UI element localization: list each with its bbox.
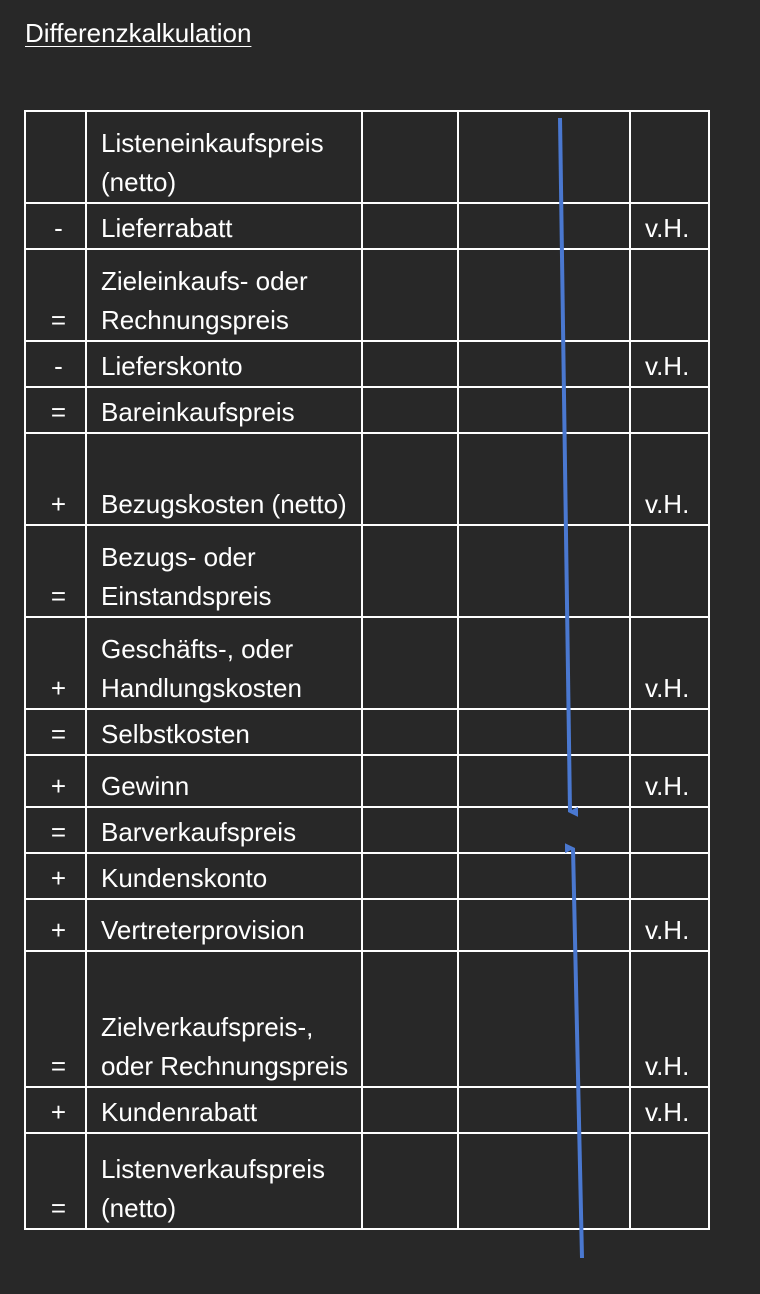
operator-cell: =: [24, 1132, 87, 1230]
item-label-cell: Zielverkaufspreis-, oder Rechnungspreis: [85, 950, 363, 1088]
value-cell: [361, 806, 459, 854]
unit-cell: v.H.: [629, 950, 710, 1088]
table-row: = Bareinkaufspreis: [24, 386, 710, 434]
unit-cell: v.H.: [629, 432, 710, 526]
value-cell: [457, 616, 631, 710]
value-cell: [361, 432, 459, 526]
page-title: Differenzkalkulation: [25, 18, 252, 48]
value-cell: [361, 340, 459, 388]
value-cell: [361, 386, 459, 434]
unit-cell: [629, 110, 710, 204]
operator-cell: -: [24, 202, 87, 250]
table-row: + Vertreterprovision v.H.: [24, 898, 710, 952]
operator-cell: +: [24, 432, 87, 526]
table-row: - Lieferskonto v.H.: [24, 340, 710, 388]
unit-cell: v.H.: [629, 754, 710, 808]
item-label-cell: Bezugs- oder Einstandspreis: [85, 524, 363, 618]
item-label-cell: Barverkaufspreis: [85, 806, 363, 854]
table-row: = Bezugs- oder Einstandspreis: [24, 524, 710, 618]
unit-cell: v.H.: [629, 340, 710, 388]
table-row: - Lieferrabatt v.H.: [24, 202, 710, 250]
value-cell: [457, 340, 631, 388]
value-cell: [361, 616, 459, 710]
operator-cell: -: [24, 340, 87, 388]
operator-cell: [24, 110, 87, 204]
value-cell: [457, 1132, 631, 1230]
operator-cell: +: [24, 754, 87, 808]
unit-cell: [629, 1132, 710, 1230]
value-cell: [361, 202, 459, 250]
item-label-cell: Vertreterprovision: [85, 898, 363, 952]
value-cell: [457, 202, 631, 250]
value-cell: [361, 754, 459, 808]
operator-cell: =: [24, 248, 87, 342]
item-label-cell: Zieleinkaufs- oder Rechnungspreis: [85, 248, 363, 342]
operator-cell: +: [24, 852, 87, 900]
unit-cell: [629, 806, 710, 854]
unit-cell: v.H.: [629, 1086, 710, 1134]
value-cell: [457, 754, 631, 808]
value-cell: [457, 898, 631, 952]
value-cell: [361, 1086, 459, 1134]
value-cell: [457, 852, 631, 900]
unit-cell: [629, 524, 710, 618]
value-cell: [457, 248, 631, 342]
value-cell: [457, 524, 631, 618]
table-row: Listeneinkaufspreis (netto): [24, 110, 710, 204]
value-cell: [457, 386, 631, 434]
item-label-cell: Geschäfts-, oder Handlungskosten: [85, 616, 363, 710]
value-cell: [361, 852, 459, 900]
item-label-cell: Listeneinkaufspreis (netto): [85, 110, 363, 204]
table-row: = Zieleinkaufs- oder Rechnungspreis: [24, 248, 710, 342]
table-row: + Kundenrabatt v.H.: [24, 1086, 710, 1134]
value-cell: [361, 1132, 459, 1230]
item-label-cell: Bareinkaufspreis: [85, 386, 363, 434]
table-row: = Listenverkaufspreis (netto): [24, 1132, 710, 1230]
item-label-cell: Selbstkosten: [85, 708, 363, 756]
unit-cell: [629, 386, 710, 434]
table-row: + Bezugskosten (netto) v.H.: [24, 432, 710, 526]
value-cell: [457, 708, 631, 756]
table-row: + Gewinn v.H.: [24, 754, 710, 808]
operator-cell: +: [24, 1086, 87, 1134]
unit-cell: v.H.: [629, 898, 710, 952]
value-cell: [361, 248, 459, 342]
operator-cell: =: [24, 524, 87, 618]
operator-cell: +: [24, 616, 87, 710]
item-label-cell: Kundenrabatt: [85, 1086, 363, 1134]
table-row: + Kundenskonto: [24, 852, 710, 900]
item-label-cell: Gewinn: [85, 754, 363, 808]
table-row: = Selbstkosten: [24, 708, 710, 756]
calculation-table: Listeneinkaufspreis (netto) - Lieferrabatt…: [24, 110, 710, 1230]
item-label-cell: Lieferrabatt: [85, 202, 363, 250]
value-cell: [457, 432, 631, 526]
unit-cell: v.H.: [629, 202, 710, 250]
unit-cell: [629, 708, 710, 756]
item-label-cell: Bezugskosten (netto): [85, 432, 363, 526]
operator-cell: =: [24, 708, 87, 756]
value-cell: [361, 110, 459, 204]
operator-cell: =: [24, 806, 87, 854]
unit-cell: v.H.: [629, 616, 710, 710]
value-cell: [361, 950, 459, 1088]
operator-cell: =: [24, 386, 87, 434]
operator-cell: +: [24, 898, 87, 952]
table-row: = Zielverkaufspreis-, oder Rechnungspreis…: [24, 950, 710, 1088]
unit-cell: [629, 248, 710, 342]
table-row: + Geschäfts-, oder Handlungskosten v.H.: [24, 616, 710, 710]
item-label-cell: Lieferskonto: [85, 340, 363, 388]
value-cell: [457, 1086, 631, 1134]
operator-cell: =: [24, 950, 87, 1088]
value-cell: [457, 110, 631, 204]
value-cell: [361, 708, 459, 756]
item-label-cell: Kundenskonto: [85, 852, 363, 900]
value-cell: [361, 524, 459, 618]
value-cell: [457, 950, 631, 1088]
value-cell: [361, 898, 459, 952]
table-row: = Barverkaufspreis: [24, 806, 710, 854]
unit-cell: [629, 852, 710, 900]
value-cell: [457, 806, 631, 854]
item-label-cell: Listenverkaufspreis (netto): [85, 1132, 363, 1230]
